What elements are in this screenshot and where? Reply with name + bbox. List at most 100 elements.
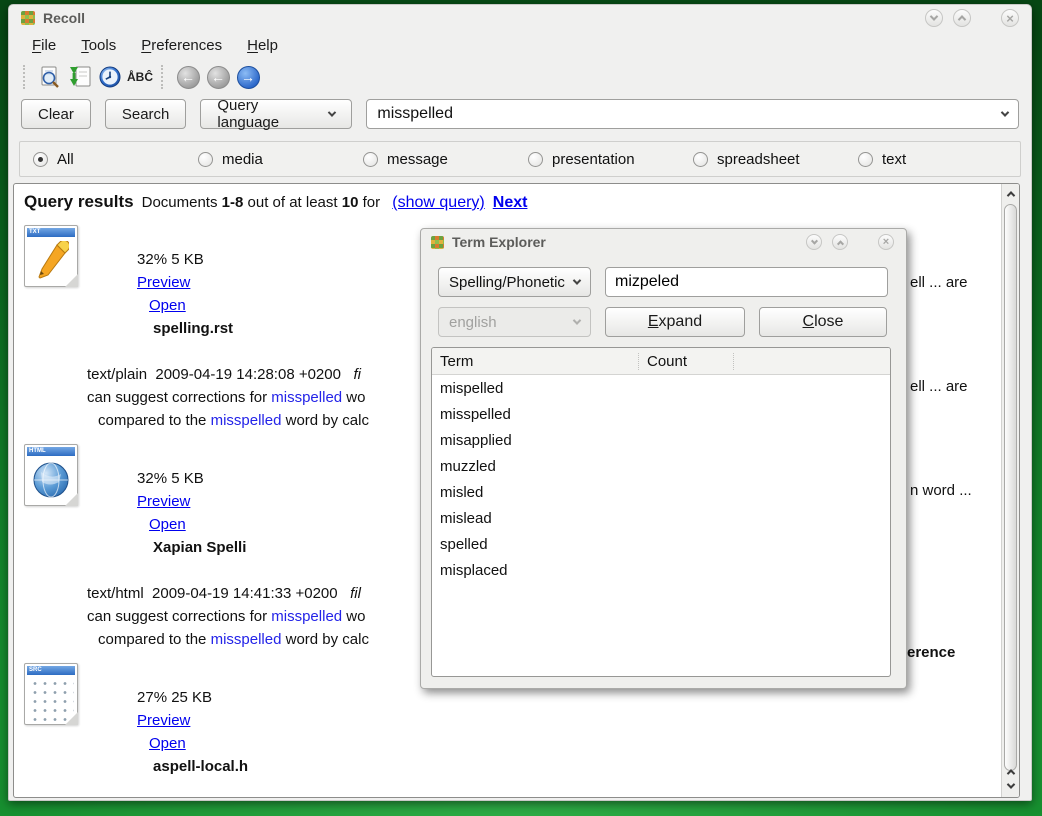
preview-link[interactable]: Preview: [137, 493, 190, 510]
html-file-icon[interactable]: HTML: [24, 444, 78, 506]
radio-icon[interactable]: [198, 152, 213, 167]
relevance-size: 32% 5 KB: [137, 251, 204, 268]
chevron-down-icon: [573, 276, 581, 284]
result-text: 32% 5 KB Preview Open Xapian Spelli text…: [87, 444, 369, 651]
doc-snippet: can suggest corrections for misspelled w…: [87, 605, 369, 628]
desktop: { "colors": { "desktop_green": "#179030"…: [0, 0, 1042, 816]
term-input-box[interactable]: [605, 267, 888, 297]
relevance-size: 27% 25 KB: [137, 689, 212, 706]
doc-magnifier-icon[interactable]: [35, 62, 65, 92]
column-count[interactable]: Count: [639, 353, 734, 370]
next-page-icon[interactable]: →: [233, 62, 263, 92]
relevance-size: 32% 5 KB: [137, 470, 204, 487]
clock-icon[interactable]: [95, 62, 125, 92]
src-file-icon[interactable]: SRC: [24, 663, 78, 725]
close-dialog-button[interactable]: Close: [759, 307, 887, 337]
term-input[interactable]: [615, 273, 878, 291]
menu-preferences[interactable]: Preferences: [132, 34, 231, 57]
results-title: Query results: [24, 192, 134, 212]
radio-icon[interactable]: [693, 152, 708, 167]
toolbar-grip[interactable]: [161, 65, 167, 89]
term-row[interactable]: misplaced: [432, 557, 890, 583]
menu-help[interactable]: Help: [238, 34, 287, 57]
doc-snippet: compared to the misspelled word by calc: [87, 409, 369, 432]
dialog-titlebar[interactable]: Term Explorer ×: [421, 229, 906, 255]
open-link[interactable]: Open: [149, 297, 186, 314]
show-query-link[interactable]: (show query): [392, 194, 484, 212]
abc-term-explorer-icon[interactable]: ÅBĈ: [125, 62, 155, 92]
scroll-down-icon[interactable]: [1002, 778, 1019, 793]
scrollbar-thumb[interactable]: [1004, 204, 1017, 771]
radio-icon[interactable]: [363, 152, 378, 167]
menubar: File Tools Preferences Help: [9, 31, 1031, 59]
filter-media[interactable]: media: [185, 151, 350, 168]
term-row[interactable]: muzzled: [432, 453, 890, 479]
term-row[interactable]: misled: [432, 479, 890, 505]
results-count-text: Documents 1-8 out of at least 10 for: [142, 194, 385, 211]
doc-meta: text/html 2009-04-19 14:41:33 +0200 fil: [87, 582, 369, 605]
query-language-select[interactable]: Query language: [200, 99, 352, 129]
window-title: Recoll: [43, 10, 85, 26]
close-button[interactable]: ×: [878, 234, 894, 250]
doc-title: Xapian Spelli: [153, 539, 246, 556]
close-button[interactable]: ×: [1001, 9, 1019, 27]
minimize-button[interactable]: [806, 234, 822, 250]
chevron-down-icon: [573, 316, 581, 324]
query-input-combo[interactable]: [366, 99, 1019, 129]
search-row: Clear Search Query language: [9, 95, 1031, 133]
txt-file-icon[interactable]: TXT: [24, 225, 78, 287]
expansion-mode-select[interactable]: Spelling/Phonetic: [438, 267, 591, 297]
chevron-up-icon: [958, 15, 966, 23]
term-row[interactable]: misspelled: [432, 401, 890, 427]
previous-page-icon[interactable]: ←: [203, 62, 233, 92]
term-table-header[interactable]: Term Count: [432, 348, 890, 375]
radio-icon[interactable]: [33, 152, 48, 167]
recoll-app-icon: [21, 11, 35, 25]
title-fragment: erence: [907, 644, 955, 661]
term-row[interactable]: misapplied: [432, 427, 890, 453]
term-explorer-dialog: Term Explorer × Spelling/Phonetic englis…: [420, 228, 907, 689]
first-page-icon[interactable]: ←: [173, 62, 203, 92]
expand-button[interactable]: Expand: [605, 307, 745, 337]
filter-all[interactable]: All: [20, 151, 185, 168]
category-filterbar: All media message presentation spreadshe…: [19, 141, 1021, 177]
filter-presentation[interactable]: presentation: [515, 151, 680, 168]
term-row[interactable]: mislead: [432, 505, 890, 531]
snippet-fragment: n word ...: [910, 482, 972, 499]
scroll-up-icon[interactable]: [1002, 764, 1019, 779]
open-link[interactable]: Open: [149, 735, 186, 752]
clear-button[interactable]: Clear: [21, 99, 91, 129]
chevron-down-icon: [930, 12, 938, 20]
term-row[interactable]: mispelled: [432, 375, 890, 401]
chevron-down-icon: [328, 108, 336, 116]
minimize-button[interactable]: [925, 9, 943, 27]
term-table: Term Count mispelled misspelled misappli…: [431, 347, 891, 677]
doc-snippet: can suggest corrections for misspelled w…: [87, 386, 369, 409]
filter-text[interactable]: text: [845, 151, 1010, 168]
doc-meta: text/plain 2009-04-19 14:28:08 +0200 fi: [87, 363, 369, 386]
query-input[interactable]: [377, 105, 1002, 123]
filter-message[interactable]: message: [350, 151, 515, 168]
preview-link[interactable]: Preview: [137, 712, 190, 729]
results-header: Query results Documents 1-8 out of at le…: [24, 192, 1001, 212]
preview-link[interactable]: Preview: [137, 274, 190, 291]
term-row[interactable]: spelled: [432, 531, 890, 557]
filter-spreadsheet[interactable]: spreadsheet: [680, 151, 845, 168]
column-term[interactable]: Term: [432, 353, 639, 370]
menu-file[interactable]: File: [23, 34, 65, 57]
results-scrollbar[interactable]: [1001, 184, 1019, 797]
maximize-button[interactable]: [832, 234, 848, 250]
radio-icon[interactable]: [528, 152, 543, 167]
snippet-fragment: ell ... are: [910, 378, 968, 395]
open-link[interactable]: Open: [149, 516, 186, 533]
radio-icon[interactable]: [858, 152, 873, 167]
scroll-up-icon[interactable]: [1002, 186, 1019, 201]
menu-tools[interactable]: Tools: [72, 34, 125, 57]
maximize-button[interactable]: [953, 9, 971, 27]
next-page-link[interactable]: Next: [493, 194, 528, 212]
main-titlebar[interactable]: Recoll ×: [9, 5, 1031, 31]
doc-sort-arrows-icon[interactable]: [65, 62, 95, 92]
result-text: 27% 25 KB Preview Open aspell-local.h te…: [87, 663, 375, 797]
search-button[interactable]: Search: [105, 99, 187, 129]
toolbar-grip[interactable]: [23, 65, 29, 89]
